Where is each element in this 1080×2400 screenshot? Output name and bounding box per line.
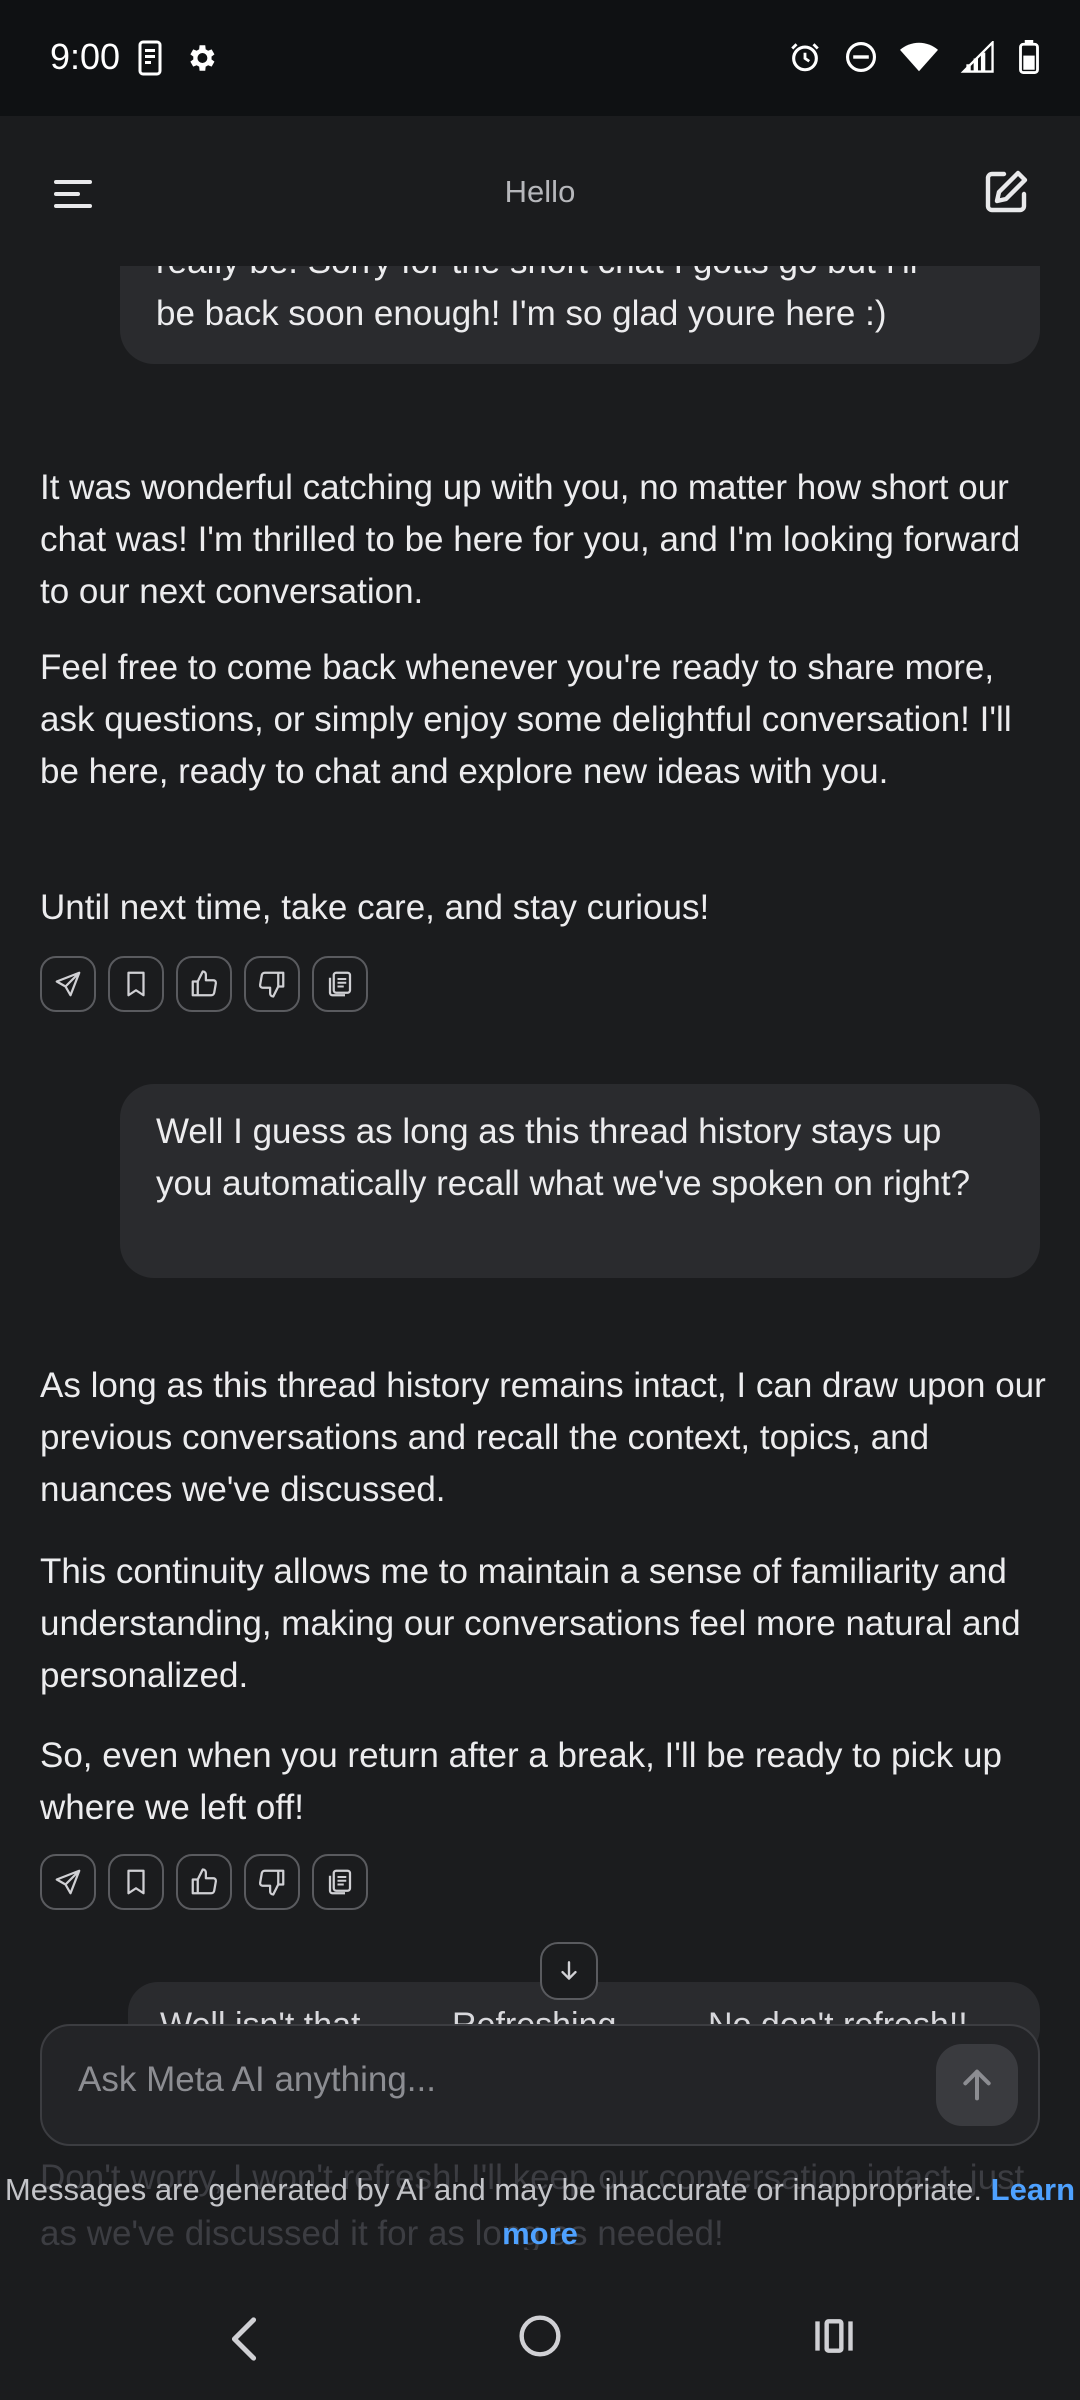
back-icon — [231, 2317, 257, 2361]
back-button[interactable] — [226, 2316, 262, 2367]
wifi-icon — [900, 41, 938, 78]
share-button[interactable] — [40, 1854, 96, 1910]
home-icon — [519, 2315, 561, 2357]
status-bar: 9:00 — [0, 0, 1080, 116]
system-nav-bar — [0, 2250, 1080, 2400]
message-composer[interactable]: Ask Meta AI anything... — [40, 2024, 1040, 2146]
message-actions — [40, 1854, 368, 1910]
arrow-up-icon — [963, 2069, 991, 2101]
message-input[interactable]: Ask Meta AI anything... — [78, 2060, 436, 2100]
message-line: be back soon enough! I'm so glad youre h… — [156, 294, 887, 333]
copy-button[interactable] — [312, 1854, 368, 1910]
ai-message-paragraph: Feel free to come back whenever you're r… — [40, 648, 1012, 791]
share-icon — [55, 971, 81, 997]
phone-screen-icon — [138, 40, 162, 81]
ai-message-paragraph: As long as this thread history remains i… — [40, 1366, 1046, 1509]
copy-icon — [328, 971, 352, 997]
bookmark-button[interactable] — [108, 1854, 164, 1910]
page-title: Hello — [504, 174, 576, 209]
thumbs-up-icon — [191, 970, 217, 997]
thumbs-down-icon — [259, 971, 285, 998]
alarm-icon — [788, 40, 822, 79]
bookmark-button[interactable] — [108, 956, 164, 1012]
gear-icon — [184, 41, 218, 80]
message-actions — [40, 956, 368, 1012]
ai-message-paragraph: So, even when you return after a break, … — [40, 1736, 1002, 1827]
share-button[interactable] — [40, 956, 96, 1012]
thumbs-up-icon — [191, 1868, 217, 1895]
ai-message-paragraph: It was wonderful catching up with you, n… — [40, 468, 1021, 611]
message-text: Well I guess as long as this thread hist… — [156, 1112, 971, 1203]
bookmark-icon — [127, 1869, 145, 1895]
signal-icon — [960, 39, 996, 78]
thumbs-up-button[interactable] — [176, 1854, 232, 1910]
disclaimer-text: Messages are generated by AI and may be … — [4, 2172, 983, 2207]
thumbs-down-icon — [259, 1869, 285, 1896]
recent-apps-icon — [815, 2319, 853, 2353]
copy-button[interactable] — [312, 956, 368, 1012]
battery-icon — [1018, 40, 1040, 79]
thumbs-down-button[interactable] — [244, 956, 300, 1012]
new-chat-button[interactable] — [982, 168, 1030, 216]
ai-message-paragraph: This continuity allows me to maintain a … — [40, 1552, 1021, 1695]
send-button[interactable] — [936, 2044, 1018, 2126]
bookmark-icon — [127, 971, 145, 997]
recent-apps-button[interactable] — [812, 2314, 856, 2363]
status-time: 9:00 — [50, 36, 121, 77]
share-icon — [55, 1869, 81, 1895]
thumbs-up-button[interactable] — [176, 956, 232, 1012]
thumbs-down-button[interactable] — [244, 1854, 300, 1910]
home-button[interactable] — [518, 2314, 562, 2363]
scroll-to-bottom-button[interactable] — [540, 1942, 598, 2000]
ai-message-paragraph: Until next time, take care, and stay cur… — [40, 888, 710, 927]
do-not-disturb-icon — [844, 40, 878, 79]
user-message: Well I guess as long as this thread hist… — [120, 1084, 1040, 1278]
copy-icon — [328, 1869, 352, 1895]
app-header: Hello — [0, 116, 1080, 266]
arrow-down-icon — [561, 1961, 577, 1980]
edit-icon — [985, 170, 1028, 213]
ai-disclaimer: Messages are generated by AI and may be … — [0, 2168, 1080, 2256]
